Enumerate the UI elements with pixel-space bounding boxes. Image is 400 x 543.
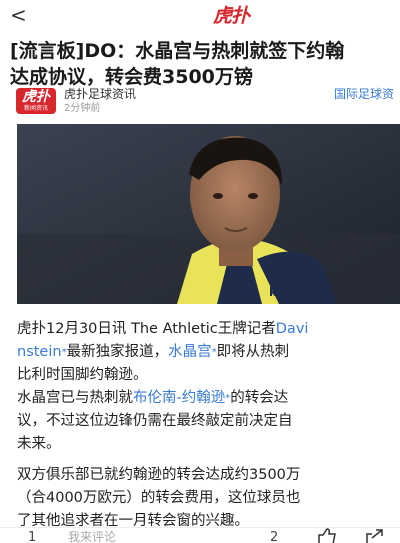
paragraph-2: 水晶宫已与热刺就布伦南-约翰逊*的转会达 议，不过这位边锋仍需在最终敲定前决定自… <box>17 387 400 456</box>
category-link[interactable]: 国际足球资 <box>334 86 394 102</box>
paragraph-line: 比利时国脚约翰逊。 <box>17 367 148 383</box>
avatar-logo-text: 虎扑 <box>22 89 50 105</box>
text-run: 的转会达 <box>230 390 289 406</box>
author-avatar[interactable]: 虎扑 新闻资讯 <box>16 88 56 114</box>
paragraph-line: 虎扑12月30日讯 The Athletic王牌记者Davi <box>17 318 400 341</box>
article-title: [流言板]DO：水晶宫与热刺就签下约翰 达成协议，转会费3500万镑 <box>10 38 400 90</box>
paragraph-line: （合4000万欧元）的转会费用，这位球员也 <box>17 490 301 506</box>
text-run: 虎扑12月30日讯 The Athletic王牌记者 <box>17 321 276 337</box>
paragraph-line: 双方俱乐部已就约翰逊的转会达成约3500万 <box>17 467 301 483</box>
comment-input[interactable]: 我来评论 <box>68 531 116 543</box>
player-photo-icon: kraken <box>17 124 400 304</box>
back-button[interactable]: < <box>10 5 27 25</box>
paragraph-line: nstein*最新独家报道，水晶宫*即将从热刺 <box>17 341 400 364</box>
paragraph-line: 未来。 <box>17 436 61 452</box>
paragraph-1: 虎扑12月30日讯 The Athletic王牌记者Davi nstein*最新… <box>17 318 400 387</box>
text-run: 即将从热刺 <box>216 344 290 360</box>
journalist-link-cont[interactable]: nstein <box>17 344 62 360</box>
text-run: 水晶宫已与热刺就 <box>17 390 133 406</box>
comment-count[interactable]: 2 <box>270 531 278 543</box>
avatar-sub-text: 新闻资讯 <box>23 105 48 112</box>
paragraph-3: 双方俱乐部已就约翰逊的转会达成约3500万 （合4000万欧元）的转会费用，这位… <box>17 464 400 533</box>
player-link[interactable]: 布伦南-约翰逊 <box>133 390 225 406</box>
top-bar: < 虎扑 <box>0 0 400 34</box>
paragraph-line: 水晶宫已与热刺就布伦南-约翰逊*的转会达 <box>17 387 400 410</box>
svg-text:kraken: kraken <box>269 285 315 299</box>
publish-time: 2分钟前 <box>64 103 101 114</box>
title-line: [流言板]DO：水晶宫与热刺就签下约翰 <box>10 40 345 62</box>
journalist-link[interactable]: Davi <box>276 321 309 337</box>
like-icon[interactable] <box>316 528 338 543</box>
hero-image[interactable]: kraken <box>17 124 400 304</box>
brand-logo: 虎扑 <box>213 5 250 27</box>
text-run: 最新独家报道， <box>66 344 169 360</box>
paragraph-line: 议，不过这位边锋仍需在最终敲定前决定自 <box>17 413 293 429</box>
team-link-crystal-palace[interactable]: 水晶宫 <box>168 344 212 360</box>
share-icon[interactable] <box>364 528 386 543</box>
reply-count[interactable]: 1 <box>28 531 36 543</box>
author-name[interactable]: 虎扑足球资讯 <box>64 86 136 102</box>
bottom-action-bar: 1 我来评论 2 <box>0 527 400 543</box>
author-row: 虎扑 新闻资讯 虎扑足球资讯 2分钟前 国际足球资 <box>16 86 400 118</box>
